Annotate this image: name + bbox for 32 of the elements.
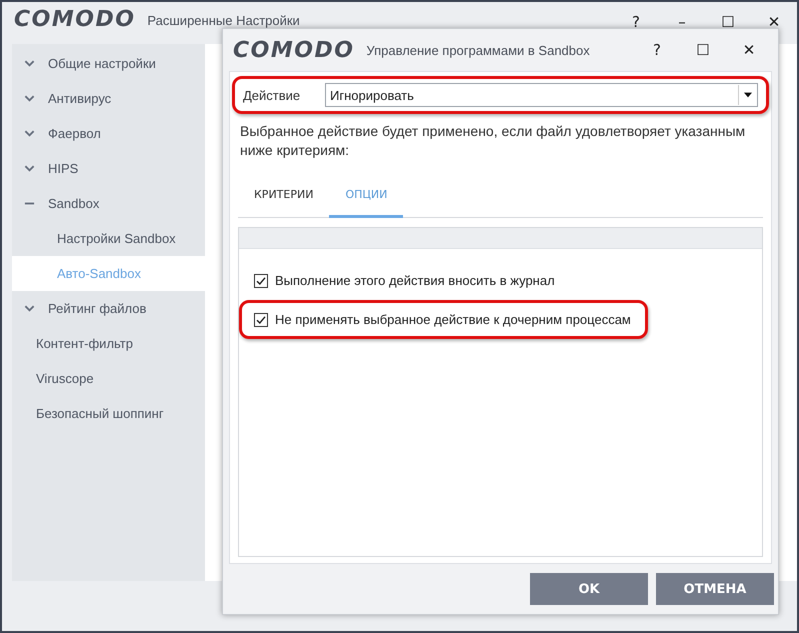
ok-button[interactable]: OK	[530, 573, 648, 605]
tab[interactable]: ОПЦИИ	[329, 180, 404, 218]
logo: COMODO	[233, 38, 354, 62]
close-button[interactable]: ✕	[751, 7, 797, 37]
description-text: Выбранное действие будет применено, если файл удовлетворяет указанным ниже критериям:	[240, 122, 746, 160]
maximize-button[interactable]: ☐	[680, 35, 726, 65]
sidebar-item[interactable]: HIPS	[12, 151, 205, 186]
action-dropdown[interactable]: Игнорировать	[325, 83, 758, 107]
checkbox-label: Не применять выбранное действие к дочерним процессам	[275, 312, 631, 327]
maximize-button[interactable]: ☐	[705, 7, 751, 37]
checkbox[interactable]	[254, 274, 268, 288]
checkbox-label: Выполнение этого действия вносить в журнал	[275, 273, 555, 288]
close-button[interactable]: ✕	[726, 35, 772, 65]
sidebar-item[interactable]: Настройки Sandbox	[12, 221, 205, 256]
sidebar-item[interactable]: Общие настройки	[12, 46, 205, 81]
action-label: Действие	[243, 88, 302, 102]
sidebar-item[interactable]: Viruscope	[12, 361, 205, 396]
window-title: Расширенные Настройки	[147, 13, 300, 28]
help-button[interactable]: ?	[634, 35, 680, 65]
sidebar-item[interactable]: Антивирус	[12, 81, 205, 116]
tab[interactable]: КРИТЕРИИ	[238, 180, 330, 218]
sidebar-item[interactable]: Контент-фильтр	[12, 326, 205, 361]
logo: COMODO	[14, 7, 136, 32]
cancel-button[interactable]: ОТМЕНА	[656, 573, 774, 605]
sidebar-item[interactable]: Рейтинг файлов	[12, 291, 205, 326]
sidebar-item[interactable]: Безопасный шоппинг	[12, 396, 205, 431]
minimize-button[interactable]: –	[659, 7, 705, 37]
help-button[interactable]: ?	[613, 7, 659, 37]
sidebar-item[interactable]: Sandbox	[12, 186, 205, 221]
sidebar-item[interactable]: Фаервол	[12, 116, 205, 151]
dialog-title: Управление программами в Sandbox	[366, 42, 590, 58]
checkbox[interactable]	[254, 312, 268, 326]
